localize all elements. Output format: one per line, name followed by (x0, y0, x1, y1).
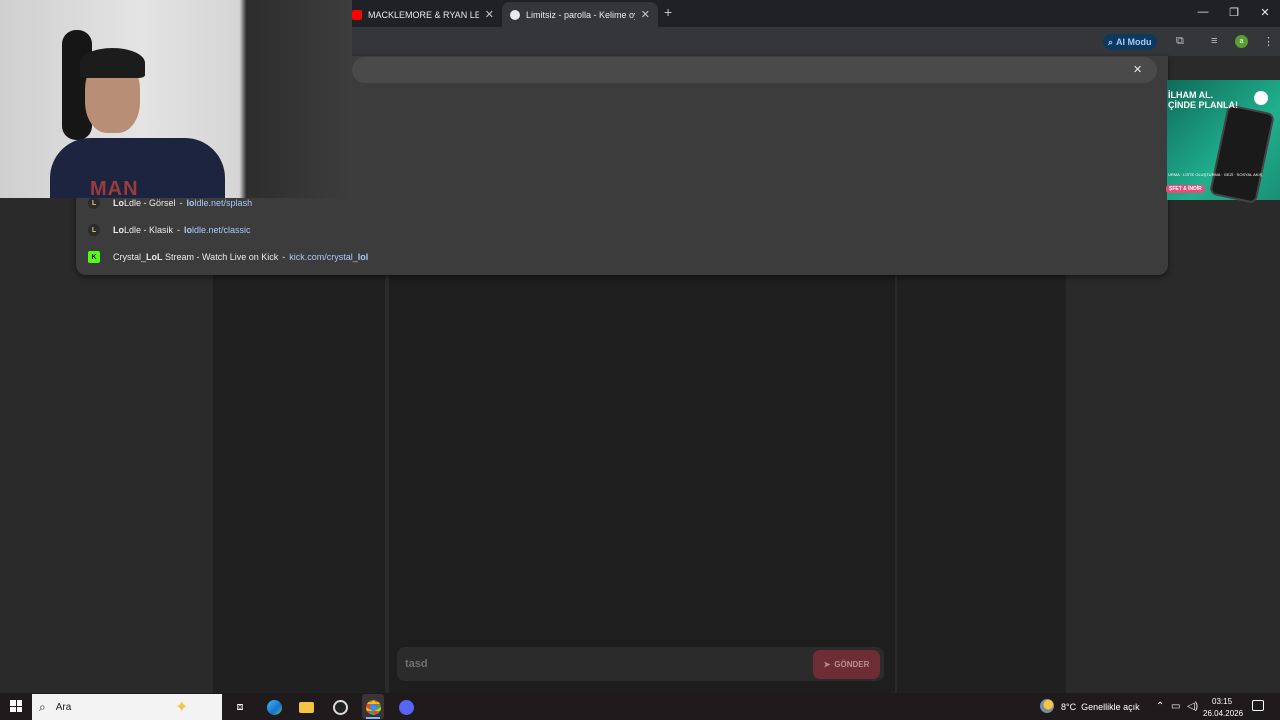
minimize-icon[interactable]: — (1195, 6, 1211, 18)
suggestion-match: LoL (146, 252, 163, 262)
url-match: lo (184, 225, 193, 235)
chrome-icon[interactable] (363, 697, 383, 717)
suggestion-url: kick.com/crystal_lol (289, 252, 368, 262)
suggestion-kick-crystal[interactable]: K Crystal_ LoL Stream - Watch Live on Ki… (88, 247, 1148, 267)
notification-icon[interactable] (1252, 700, 1264, 711)
close-window-icon[interactable]: ✕ (1257, 6, 1273, 19)
clear-address-icon[interactable]: ✕ (1133, 63, 1142, 76)
suggestion-prefix: Crystal_ (113, 252, 147, 262)
suggestion-separator: - (282, 252, 286, 262)
tab-title: Limitsiz - parolla - Kelime oyunu (526, 9, 635, 20)
ad-headline-2: ÇİNDE PLANLA! (1168, 100, 1238, 110)
restore-icon[interactable]: ❐ (1226, 6, 1242, 19)
clock-date[interactable]: 26.04.2026 (1203, 709, 1243, 718)
close-tab-icon[interactable]: ✕ (485, 8, 494, 21)
clock-time[interactable]: 03:15 (1212, 697, 1232, 706)
suggestion-separator: - (177, 225, 181, 235)
profile-avatar[interactable]: a (1235, 35, 1248, 48)
weather-moon-icon[interactable] (1040, 699, 1054, 713)
suggestion-match: Lo (113, 225, 124, 235)
extensions-icon[interactable]: ⧉ (1176, 35, 1184, 48)
ai-mode-label: AI Modu (1116, 37, 1152, 47)
weather-text[interactable]: 8°C Genellikle açık (1061, 702, 1140, 712)
active-app-indicator (366, 717, 380, 719)
youtube-favicon-icon (352, 9, 362, 20)
kick-favicon-icon: K (88, 251, 100, 263)
tray-chevron-icon[interactable]: ⌃ (1156, 701, 1164, 712)
file-explorer-icon[interactable] (296, 697, 316, 717)
new-tab-plus-icon[interactable]: + (664, 4, 672, 20)
search-icon: ⌕ (39, 699, 46, 714)
tab-macklemore[interactable]: MACKLEMORE & RYAN LEWIS ✕ (344, 2, 502, 27)
suggestion-title: Ldle - Klasik (124, 225, 174, 235)
search-placeholder: Ara (55, 701, 72, 713)
ad-headline-1: İLHAM AL. (1168, 90, 1214, 100)
suggestion-url: loldle.net/splash (187, 198, 253, 208)
ad-cta-button[interactable]: ŞFET & İNDİR (1166, 185, 1205, 193)
ad-logo-dot (1254, 91, 1268, 105)
task-view-icon[interactable]: ⧈ (230, 697, 250, 717)
discord-icon[interactable] (396, 697, 416, 717)
edge-icon[interactable] (264, 697, 284, 717)
media-control-icon[interactable]: ≡ (1211, 35, 1217, 47)
windows-start-icon[interactable] (10, 700, 22, 712)
volume-icon[interactable]: ◁) (1187, 701, 1198, 712)
suggestion-url: loldle.net/classic (184, 225, 251, 235)
ai-mode-button[interactable]: ⌕ AI Modu (1103, 34, 1157, 50)
webcam-overlay: MAN (0, 0, 352, 198)
loldle-favicon-icon: L (88, 197, 100, 209)
tab-title: MACKLEMORE & RYAN LEWIS (368, 9, 479, 20)
suggestion-title: Ldle - Görsel (124, 198, 176, 208)
search-highlight-icon: ✦ (175, 699, 189, 716)
url-rest: kick.com/crystal_ (289, 252, 358, 262)
suggestion-separator: - (179, 198, 183, 208)
streamer-hair (80, 48, 145, 78)
suggestion-title: Stream - Watch Live on Kick (162, 252, 279, 262)
ad-small-text: URMA · LİSTE OLUŞTURMA · GEZİ · SOSYAL A… (1168, 172, 1263, 177)
url-rest: ldle.net/splash (194, 198, 253, 208)
menu-kebab-icon[interactable]: ⋮ (1263, 35, 1274, 48)
send-label: GÖNDER (834, 660, 870, 669)
send-arrow-icon: ➤ (823, 660, 831, 669)
url-rest: ldle.net/classic (192, 225, 251, 235)
address-bar-input[interactable] (352, 57, 1157, 83)
close-tab-icon[interactable]: ✕ (641, 8, 650, 21)
tab-parolla[interactable]: Limitsiz - parolla - Kelime oyunu ✕ (502, 2, 658, 27)
taskbar-search[interactable]: ⌕ Ara (32, 694, 222, 720)
loldle-favicon-icon: L (88, 224, 100, 236)
url-match: lol (357, 252, 369, 262)
shirt-print: MAN (90, 178, 139, 198)
network-icon[interactable]: ▭ (1171, 701, 1180, 712)
url-match: lo (186, 198, 195, 208)
parolla-favicon-icon (510, 9, 520, 20)
send-button[interactable]: ➤ GÖNDER (813, 650, 880, 679)
chat-input-value: tasd (405, 658, 428, 670)
chat-input[interactable] (397, 647, 884, 681)
sparkle-search-icon: ⌕ (1108, 36, 1114, 47)
suggestion-match: Lo (113, 198, 124, 208)
obs-icon[interactable] (330, 697, 350, 717)
suggestion-loldle-classic[interactable]: L Lo Ldle - Klasik - loldle.net/classic (88, 220, 1148, 240)
